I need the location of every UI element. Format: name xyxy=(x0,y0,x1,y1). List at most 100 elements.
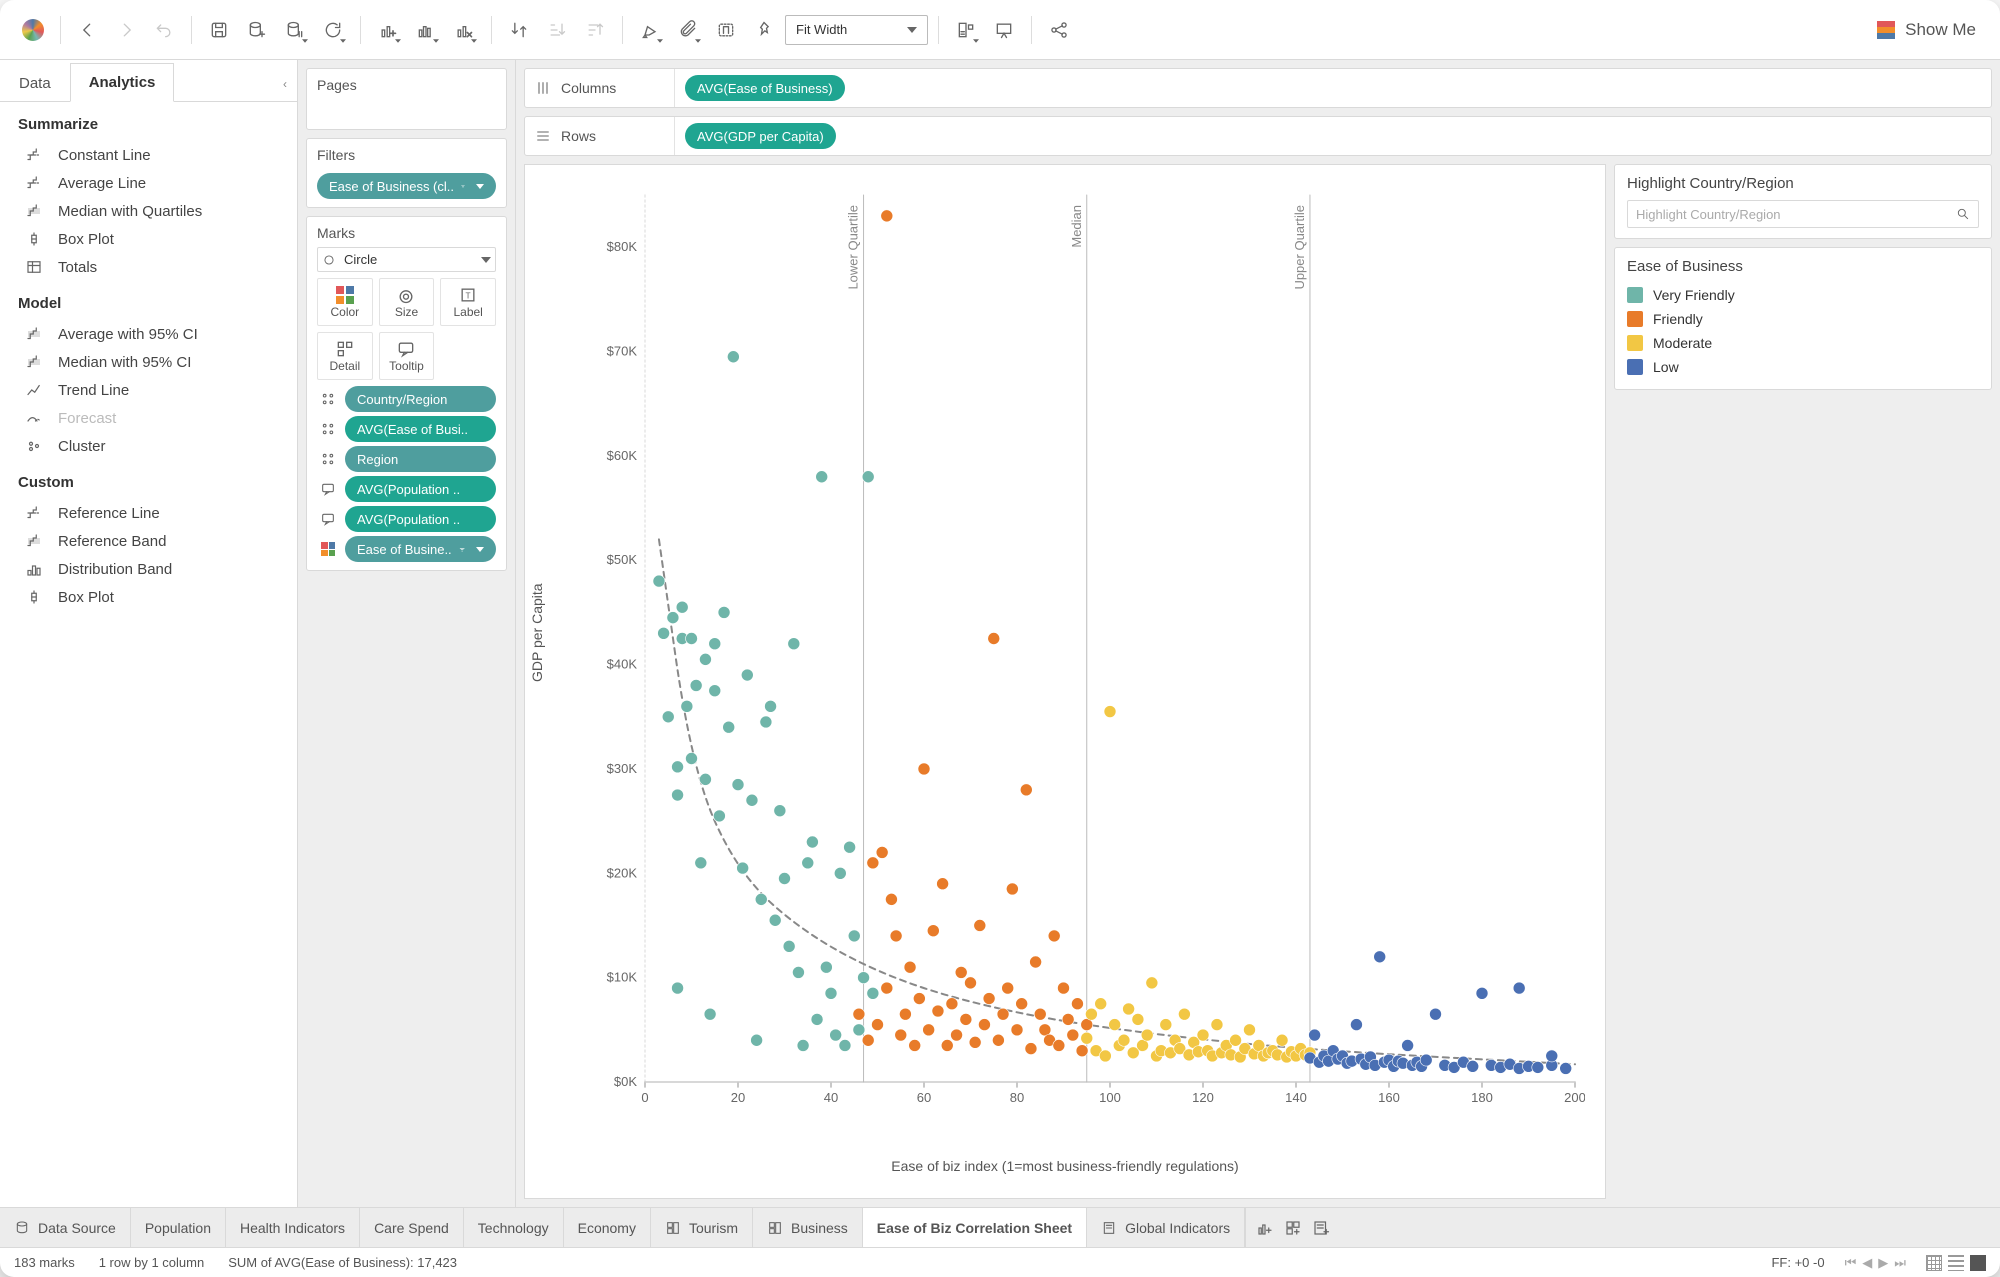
svg-text:$50K: $50K xyxy=(607,552,638,567)
y-axis-label: GDP per Capita xyxy=(529,583,545,682)
pane-item[interactable]: Average Line xyxy=(0,169,297,197)
forward-icon[interactable] xyxy=(109,13,143,47)
section-custom: Custom xyxy=(0,460,297,499)
refresh-icon[interactable] xyxy=(316,13,350,47)
back-icon[interactable] xyxy=(71,13,105,47)
encoding-pill[interactable]: AVG(Population .. xyxy=(345,476,496,502)
rows-pill[interactable]: AVG(GDP per Capita) xyxy=(685,123,836,149)
duplicate-sheet-icon[interactable] xyxy=(409,13,443,47)
new-dashboard-icon[interactable] xyxy=(1284,1219,1302,1237)
legend-card[interactable]: Ease of Business Very FriendlyFriendlyMo… xyxy=(1614,247,1992,390)
pane-item[interactable]: Trend Line xyxy=(0,376,297,404)
sort-desc-icon[interactable] xyxy=(578,13,612,47)
columns-shelf[interactable]: Columns AVG(Ease of Business) xyxy=(524,68,1992,108)
encoding-pill[interactable]: Ease of Busine.. xyxy=(345,536,496,562)
svg-text:Median: Median xyxy=(1069,205,1084,248)
sheet-tab[interactable]: Health Indicators xyxy=(226,1208,360,1247)
status-ff: FF: +0 -0 xyxy=(1771,1255,1824,1270)
marks-tooltip[interactable]: Tooltip xyxy=(379,332,435,380)
pane-item[interactable]: Cluster xyxy=(0,432,297,460)
new-data-source-icon[interactable] xyxy=(240,13,274,47)
view-icons-icon[interactable] xyxy=(1926,1255,1942,1271)
status-sum: SUM of AVG(Ease of Business): 17,423 xyxy=(228,1255,457,1270)
data-source-tab[interactable]: Data Source xyxy=(0,1208,131,1247)
sheet-tab[interactable]: Economy xyxy=(564,1208,651,1247)
pane-item[interactable]: Distribution Band xyxy=(0,555,297,583)
pane-item[interactable]: Forecast xyxy=(0,404,297,432)
sheet-nav-icons[interactable]: ⏮◀▶⏭ xyxy=(1845,1255,1906,1271)
label-icon[interactable] xyxy=(709,13,743,47)
pin-icon[interactable] xyxy=(747,13,781,47)
pane-item[interactable]: Average with 95% CI xyxy=(0,320,297,348)
tableau-icon[interactable] xyxy=(16,13,50,47)
marks-title: Marks xyxy=(317,225,496,241)
highlight-card[interactable]: Highlight Country/Region Highlight Count… xyxy=(1614,164,1992,239)
viz-canvas[interactable]: GDP per Capita $0K$10K$20K$30K$40K$50K$6… xyxy=(524,164,1606,1199)
presentation-icon[interactable] xyxy=(987,13,1021,47)
sheet-tab[interactable]: Business xyxy=(753,1208,863,1247)
encoding-pill[interactable]: Region xyxy=(345,446,496,472)
sheet-tab[interactable]: Care Spend xyxy=(360,1208,464,1247)
clear-sheet-icon[interactable] xyxy=(447,13,481,47)
collapse-pane-icon[interactable]: ‹ xyxy=(273,67,297,101)
view-single-icon[interactable] xyxy=(1970,1255,1986,1271)
sheet-tab[interactable]: Population xyxy=(131,1208,226,1247)
marks-color[interactable]: Color xyxy=(317,278,373,326)
x-axis-label: Ease of biz index (1=most business-frien… xyxy=(525,1158,1605,1174)
show-me-button[interactable]: Show Me xyxy=(1869,16,1984,44)
sheet-tab[interactable]: Ease of Biz Correlation Sheet xyxy=(863,1208,1087,1247)
show-cards-icon[interactable] xyxy=(949,13,983,47)
pane-item[interactable]: Box Plot xyxy=(0,583,297,611)
fit-mode-value: Fit Width xyxy=(796,22,847,37)
save-icon[interactable] xyxy=(202,13,236,47)
encoding-pill[interactable]: AVG(Ease of Busi.. xyxy=(345,416,496,442)
new-sheet-icon[interactable] xyxy=(1256,1219,1274,1237)
svg-text:160: 160 xyxy=(1378,1090,1400,1105)
svg-text:140: 140 xyxy=(1285,1090,1307,1105)
sheet-tab[interactable]: Global Indicators xyxy=(1087,1208,1245,1247)
pane-item[interactable]: Box Plot xyxy=(0,225,297,253)
pause-data-icon[interactable] xyxy=(278,13,312,47)
pages-card[interactable]: Pages xyxy=(306,68,507,130)
pane-item[interactable]: Totals xyxy=(0,253,297,281)
legend-item[interactable]: Moderate xyxy=(1627,331,1979,355)
filters-title: Filters xyxy=(317,147,496,163)
legend-item[interactable]: Low xyxy=(1627,355,1979,379)
marks-card[interactable]: Marks Circle ColorSizeTLabel DetailToolti… xyxy=(306,216,507,571)
pane-item[interactable]: Median with Quartiles xyxy=(0,197,297,225)
attach-icon[interactable] xyxy=(671,13,705,47)
encoding-pill[interactable]: AVG(Population .. xyxy=(345,506,496,532)
sheet-tab[interactable]: Technology xyxy=(464,1208,564,1247)
highlight-icon[interactable] xyxy=(633,13,667,47)
tab-analytics[interactable]: Analytics xyxy=(70,63,175,102)
filter-pill[interactable]: Ease of Business (cl.. xyxy=(317,173,496,199)
pane-item[interactable]: Constant Line xyxy=(0,141,297,169)
fit-mode-dropdown[interactable]: Fit Width xyxy=(785,15,928,45)
mark-type-dropdown[interactable]: Circle xyxy=(317,247,496,272)
pane-item[interactable]: Median with 95% CI xyxy=(0,348,297,376)
sheet-tab[interactable]: Tourism xyxy=(651,1208,753,1247)
new-worksheet-icon[interactable] xyxy=(371,13,405,47)
svg-text:20: 20 xyxy=(731,1090,745,1105)
share-icon[interactable] xyxy=(1042,13,1076,47)
pane-item[interactable]: Reference Line xyxy=(0,499,297,527)
highlight-input[interactable]: Highlight Country/Region xyxy=(1627,200,1979,228)
sort-asc-icon[interactable] xyxy=(540,13,574,47)
swap-icon[interactable] xyxy=(502,13,536,47)
undo-icon[interactable] xyxy=(147,13,181,47)
view-list-icon[interactable] xyxy=(1948,1255,1964,1271)
new-story-icon[interactable] xyxy=(1312,1219,1330,1237)
filters-card[interactable]: Filters Ease of Business (cl.. xyxy=(306,138,507,208)
rows-shelf[interactable]: Rows AVG(GDP per Capita) xyxy=(524,116,1992,156)
show-me-label: Show Me xyxy=(1905,20,1976,40)
encoding-pill[interactable]: Country/Region xyxy=(345,386,496,412)
legend-item[interactable]: Friendly xyxy=(1627,307,1979,331)
legend-item[interactable]: Very Friendly xyxy=(1627,283,1979,307)
marks-label[interactable]: TLabel xyxy=(440,278,496,326)
columns-pill[interactable]: AVG(Ease of Business) xyxy=(685,75,845,101)
svg-text:$70K: $70K xyxy=(607,344,638,359)
marks-detail[interactable]: Detail xyxy=(317,332,373,380)
pane-item[interactable]: Reference Band xyxy=(0,527,297,555)
tab-data[interactable]: Data xyxy=(0,64,70,102)
marks-size[interactable]: Size xyxy=(379,278,435,326)
